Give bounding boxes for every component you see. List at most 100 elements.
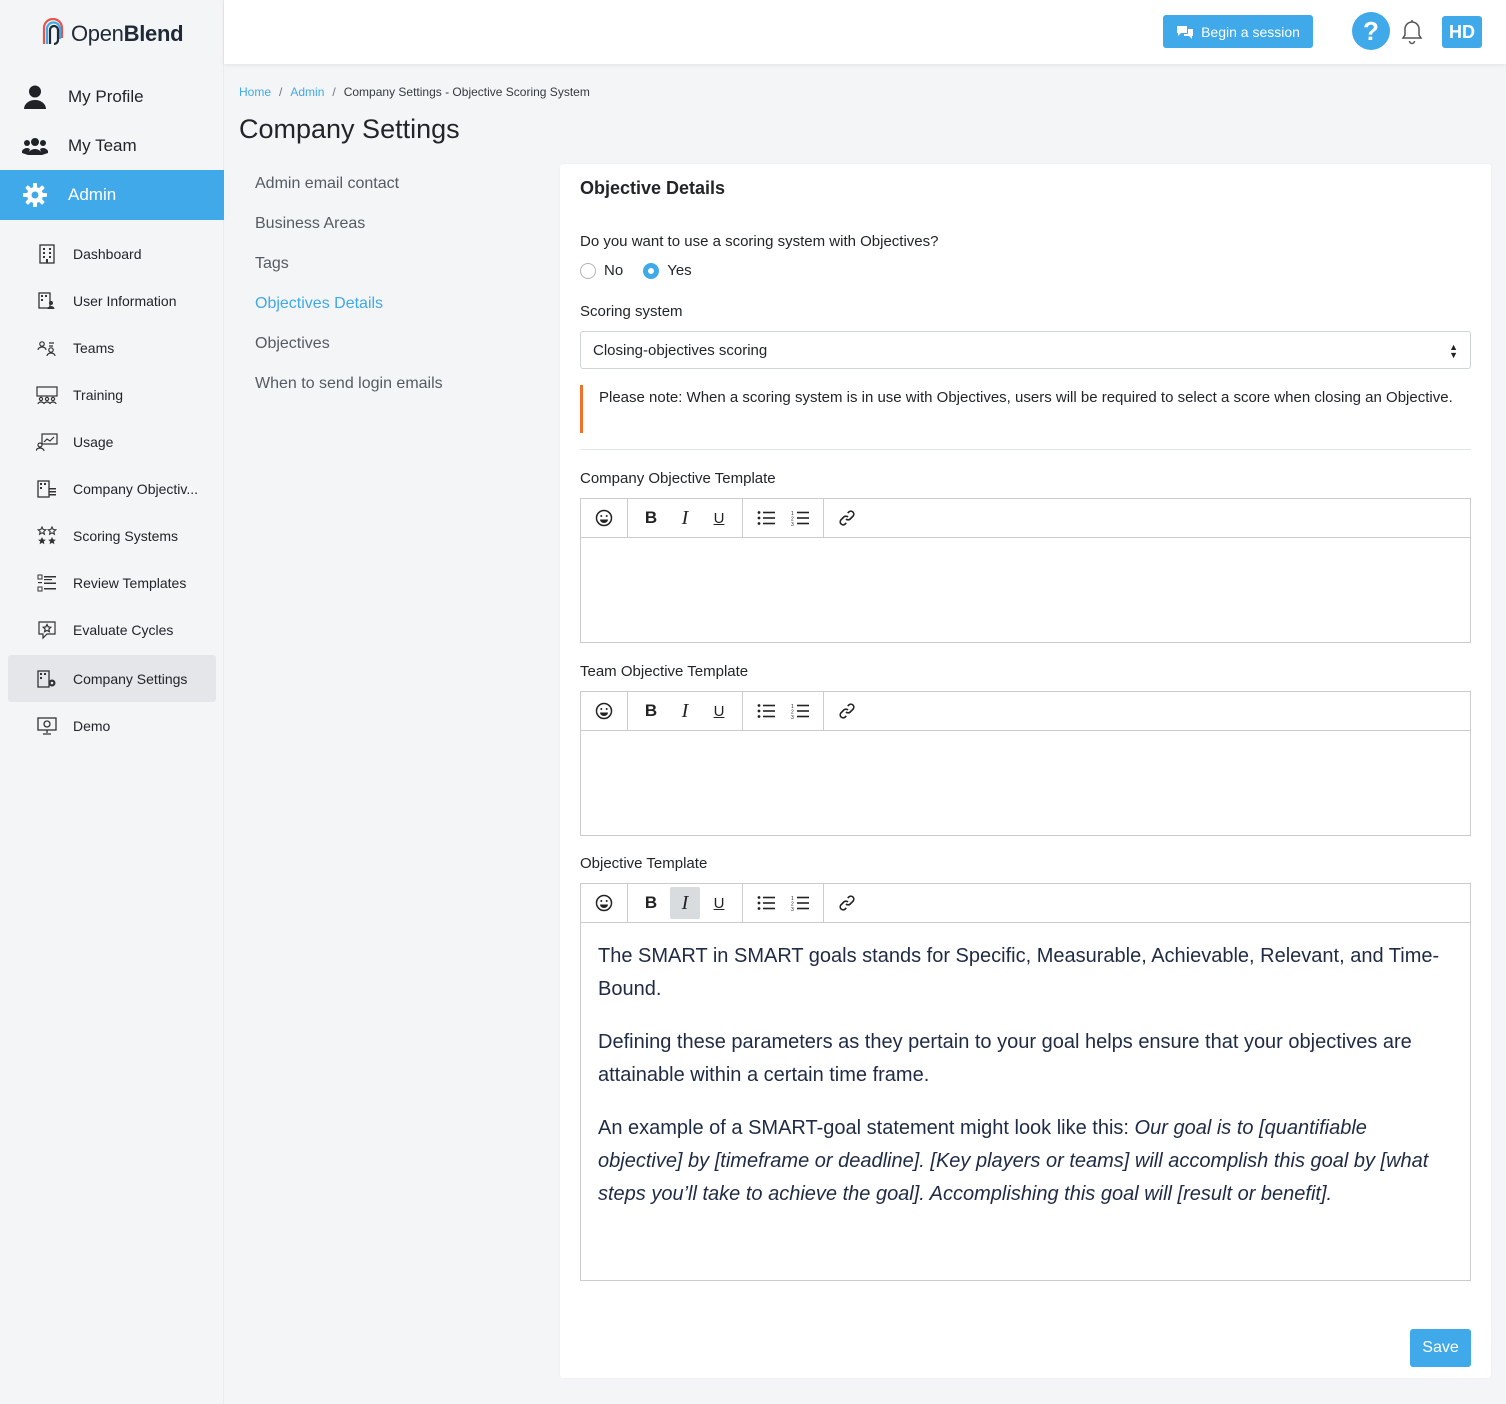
underline-button[interactable]: U xyxy=(704,695,734,727)
emoji-icon xyxy=(595,894,613,912)
radio-circle xyxy=(580,262,596,279)
toolbar-group xyxy=(581,691,628,731)
link-icon xyxy=(839,895,855,911)
subnav-dashboard[interactable]: Dashboard xyxy=(8,230,216,277)
template-paragraph: Defining these parameters as they pertai… xyxy=(598,1031,1412,1086)
subnav-label: Demo xyxy=(73,717,111,734)
scoring-system-label: Scoring system xyxy=(580,303,683,320)
users-icon xyxy=(22,133,48,159)
usage-icon xyxy=(36,431,58,453)
nav-my-profile[interactable]: My Profile xyxy=(0,72,224,121)
bullet-list-button[interactable] xyxy=(751,887,781,919)
emoji-button[interactable] xyxy=(589,695,619,727)
link-button[interactable] xyxy=(832,502,862,534)
editor-content[interactable] xyxy=(581,538,1470,572)
bold-button[interactable]: B xyxy=(636,695,666,727)
underline-button[interactable]: U xyxy=(704,887,734,919)
subnav-review-templates[interactable]: Review Templates xyxy=(8,559,216,606)
help-button[interactable]: ? xyxy=(1352,12,1390,50)
breadcrumb-admin[interactable]: Admin xyxy=(290,85,324,99)
subnav-usage[interactable]: Usage xyxy=(8,418,216,465)
brand-name: OpenBlend xyxy=(71,21,184,46)
radio-circle xyxy=(643,262,660,279)
subnav-evaluate-cycles[interactable]: Evaluate Cycles xyxy=(8,606,216,653)
numbered-list-button[interactable]: 123 xyxy=(785,887,815,919)
italic-button[interactable]: I xyxy=(670,887,700,919)
bell-icon[interactable] xyxy=(1400,19,1424,45)
emoji-button[interactable] xyxy=(589,887,619,919)
bullet-list-icon xyxy=(757,511,775,525)
underline-button[interactable]: U xyxy=(704,502,734,534)
bold-button[interactable]: B xyxy=(636,887,666,919)
italic-button[interactable]: I xyxy=(670,695,700,727)
subnav-company-objectives[interactable]: Company Objectiv... xyxy=(8,465,216,512)
editor-toolbar: B I U 123 xyxy=(581,883,1470,923)
subnav-teams[interactable]: Teams xyxy=(8,324,216,371)
subnav-user-information[interactable]: User Information xyxy=(8,277,216,324)
editor-content[interactable]: The SMART in SMART goals stands for Spec… xyxy=(581,923,1470,1248)
scoring-question: Do you want to use a scoring system with… xyxy=(580,233,939,250)
breadcrumb-home[interactable]: Home xyxy=(239,85,271,99)
subnav-label: User Information xyxy=(73,292,177,309)
subnav-scoring-systems[interactable]: Scoring Systems xyxy=(8,512,216,559)
nav-admin[interactable]: Admin xyxy=(0,170,224,220)
bullet-list-icon xyxy=(757,704,775,718)
company-settings-icon xyxy=(36,668,58,690)
subnav-company-settings[interactable]: Company Settings xyxy=(8,655,216,702)
settings-menu: Admin email contact Business Areas Tags … xyxy=(255,164,535,404)
admin-subnav: Dashboard User Information Teams Trainin… xyxy=(8,230,216,749)
numbered-list-button[interactable]: 123 xyxy=(785,502,815,534)
save-button[interactable]: Save xyxy=(1410,1329,1471,1367)
avatar[interactable]: HD xyxy=(1442,16,1482,48)
team-template-label: Team Objective Template xyxy=(580,663,749,680)
chat-icon xyxy=(1176,25,1194,39)
list-icon xyxy=(36,572,58,594)
toolbar-group xyxy=(824,499,870,538)
emoji-button[interactable] xyxy=(589,502,619,534)
radio-yes[interactable]: Yes xyxy=(643,262,692,279)
toolbar-group: B I U xyxy=(628,691,743,731)
stars-icon xyxy=(36,525,58,547)
team-template-editor: B I U 123 xyxy=(580,691,1471,836)
breadcrumb-separator: / xyxy=(332,85,336,99)
settings-business-areas[interactable]: Business Areas xyxy=(255,204,535,244)
openblend-logo[interactable]: OpenBlend xyxy=(40,17,184,51)
toolbar-group xyxy=(581,883,628,923)
settings-tags[interactable]: Tags xyxy=(255,244,535,284)
radio-no[interactable]: No xyxy=(580,262,623,279)
subnav-label: Company Settings xyxy=(73,670,188,687)
editor-content[interactable] xyxy=(581,731,1470,765)
objective-template-editor: B I U 123 The SMART in SMART goals stand… xyxy=(580,883,1471,1281)
italic-button[interactable]: I xyxy=(670,502,700,534)
subnav-demo[interactable]: Demo xyxy=(8,702,216,749)
nav-label: My Profile xyxy=(68,86,144,106)
settings-objectives[interactable]: Objectives xyxy=(255,324,535,364)
link-button[interactable] xyxy=(832,887,862,919)
settings-admin-email-contact[interactable]: Admin email contact xyxy=(255,164,535,204)
subnav-training[interactable]: Training xyxy=(8,371,216,418)
bold-button[interactable]: B xyxy=(636,502,666,534)
scoring-system-select[interactable]: Closing-objectives scoring ▲ ▼ xyxy=(580,331,1471,369)
subnav-label: Review Templates xyxy=(73,574,187,591)
numbered-list-button[interactable]: 123 xyxy=(785,695,815,727)
bullet-list-button[interactable] xyxy=(751,502,781,534)
emoji-icon xyxy=(595,509,613,527)
link-button[interactable] xyxy=(832,695,862,727)
subnav-label: Evaluate Cycles xyxy=(73,621,174,638)
building-icon xyxy=(36,243,58,265)
openblend-logo-icon xyxy=(42,18,64,46)
objective-template-label: Objective Template xyxy=(580,855,708,872)
bullet-list-icon xyxy=(757,896,775,910)
main-nav: My Profile My Team Admin xyxy=(0,72,224,220)
evaluate-icon xyxy=(36,619,58,641)
link-icon xyxy=(839,703,855,719)
begin-session-button[interactable]: Begin a session xyxy=(1163,15,1313,48)
bullet-list-button[interactable] xyxy=(751,695,781,727)
numbered-list-icon: 123 xyxy=(791,511,809,526)
nav-my-team[interactable]: My Team xyxy=(0,121,224,170)
toolbar-group xyxy=(581,498,628,538)
settings-objectives-details[interactable]: Objectives Details xyxy=(255,284,535,324)
settings-login-emails[interactable]: When to send login emails xyxy=(255,364,535,404)
nav-label: My Team xyxy=(68,135,137,155)
training-icon xyxy=(36,384,58,406)
